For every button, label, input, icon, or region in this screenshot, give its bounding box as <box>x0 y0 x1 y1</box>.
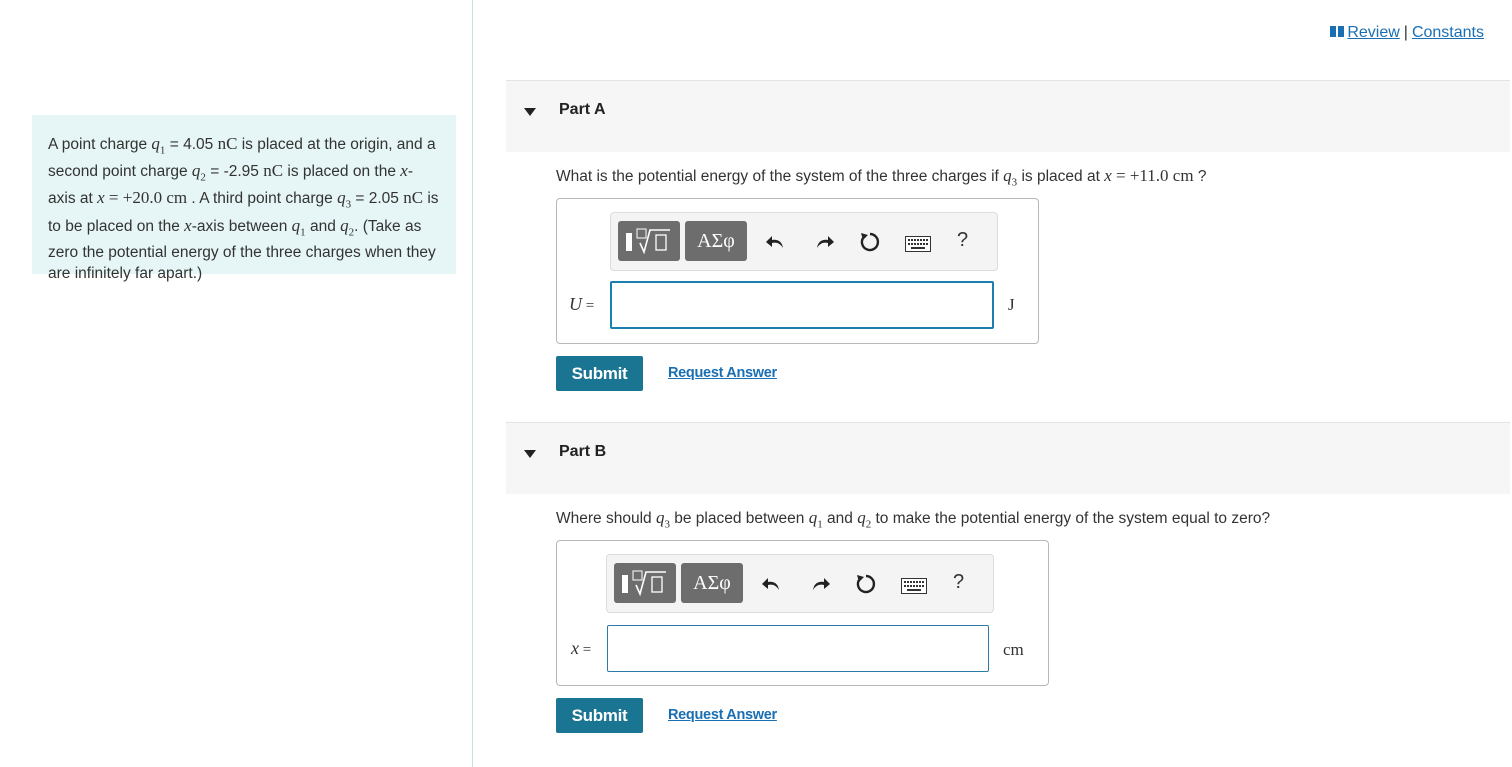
part-a-request-answer-link[interactable]: Request Answer <box>668 365 777 381</box>
q1-symbol: q1 <box>151 134 166 157</box>
part-a-submit-button[interactable]: Submit <box>556 356 643 391</box>
link-separator: | <box>1403 24 1408 41</box>
part-a-question: What is the potential energy of the syst… <box>556 166 1207 189</box>
undo-icon[interactable] <box>765 231 787 253</box>
templates-button[interactable] <box>618 221 680 261</box>
problem-text: A point charge <box>48 136 152 153</box>
u-label: U = <box>569 294 595 314</box>
unit-nC: nC <box>403 188 424 208</box>
x-symbol: x <box>97 188 105 208</box>
redo-icon[interactable] <box>809 573 831 595</box>
problem-text: = 2.05 <box>351 190 404 208</box>
q1-symbol: q1 <box>291 215 306 238</box>
collapse-triangle-icon[interactable] <box>524 450 536 458</box>
x-answer-input[interactable] <box>607 625 989 672</box>
help-icon[interactable]: ? <box>957 229 968 252</box>
constants-link[interactable]: Constants <box>1412 24 1484 41</box>
panel-divider <box>472 0 473 767</box>
review-link[interactable]: Review <box>1347 24 1399 41</box>
greek-symbols-button[interactable]: ΑΣφ <box>681 563 743 603</box>
part-b-question: Where should q3 be placed between q1 and… <box>556 508 1271 531</box>
problem-text: = 4.05 <box>165 136 218 153</box>
problem-statement: A point charge q1 = 4.05 nC is placed at… <box>32 115 456 282</box>
collapse-triangle-icon[interactable] <box>524 108 536 116</box>
unit-cm: cm <box>1003 640 1024 659</box>
keyboard-icon[interactable] <box>901 578 927 594</box>
part-b-request-answer-link[interactable]: Request Answer <box>668 707 777 723</box>
problem-text: and <box>305 217 341 235</box>
keyboard-icon[interactable] <box>905 236 931 252</box>
templates-button[interactable] <box>614 563 676 603</box>
part-b-header[interactable]: Part B <box>506 422 1510 494</box>
unit-nC: nC <box>263 161 284 181</box>
unit-joule: J <box>1008 295 1015 314</box>
book-icon <box>1330 26 1345 37</box>
unit-cm: cm <box>166 188 188 208</box>
redo-icon[interactable] <box>813 231 835 253</box>
x-value: = +20.0 <box>104 188 167 208</box>
problem-text: = -2.95 <box>205 163 264 181</box>
q3-symbol: q3 <box>337 188 352 211</box>
part-a-answer-box: ΑΣφ ? U = J <box>556 198 1039 344</box>
unit-nC: nC <box>217 134 238 153</box>
help-icon[interactable]: ? <box>953 571 964 594</box>
part-a-title: Part A <box>559 101 606 118</box>
templates-icon <box>626 228 670 255</box>
u-answer-input[interactable] <box>610 281 994 329</box>
greek-symbols-button[interactable]: ΑΣφ <box>685 221 747 261</box>
q2-symbol: q2 <box>191 161 206 184</box>
reset-icon[interactable] <box>855 573 877 595</box>
part-b-submit-button[interactable]: Submit <box>556 698 643 733</box>
x-label: x = <box>571 638 592 658</box>
math-toolbar: ΑΣφ ? <box>610 212 998 271</box>
problem-text: -axis between <box>191 217 292 235</box>
templates-icon <box>622 570 666 597</box>
math-toolbar: ΑΣφ ? <box>606 554 994 613</box>
part-a-header[interactable]: Part A <box>506 80 1510 152</box>
x-symbol: x <box>184 215 192 235</box>
q2-symbol: q2 <box>340 215 355 238</box>
part-b-title: Part B <box>559 443 607 460</box>
problem-text: is placed on the <box>283 163 401 181</box>
reset-icon[interactable] <box>859 231 881 253</box>
problem-text: . A third point charge <box>187 190 338 208</box>
undo-icon[interactable] <box>761 573 783 595</box>
x-symbol: x <box>400 161 408 181</box>
part-b-answer-box: ΑΣφ ? x = cm <box>556 540 1049 686</box>
top-links: Review | Constants <box>1330 24 1484 42</box>
